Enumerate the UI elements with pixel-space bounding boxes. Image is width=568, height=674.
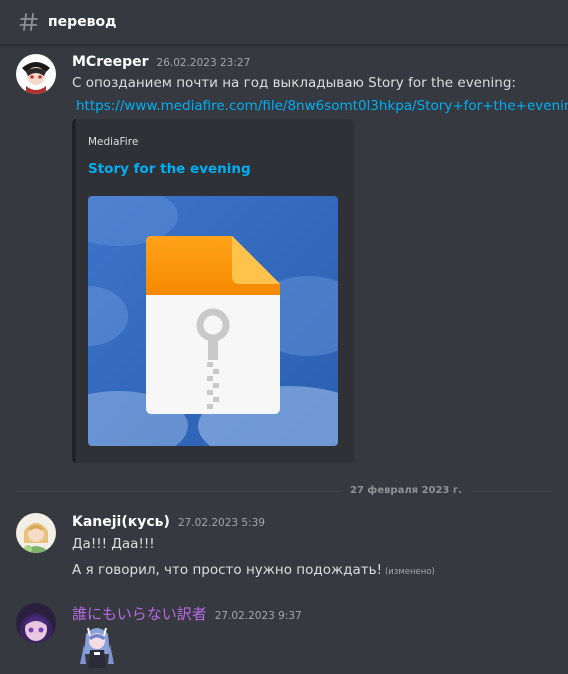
timestamp: 27.02.2023 5:39 (177, 517, 265, 529)
message-link[interactable]: https://www.mediafire.com/file/8nw6somt0… (76, 98, 568, 114)
avatar[interactable] (16, 513, 56, 553)
author-name[interactable]: Kaneji(кусь) (72, 514, 170, 530)
channel-header: перевод (0, 0, 568, 45)
anime-girl-sticker[interactable] (72, 624, 122, 670)
timestamp: 26.02.2023 23:27 (156, 57, 251, 69)
link-embed: MediaFire Story for the evening (72, 119, 354, 463)
embed-provider[interactable]: MediaFire (88, 136, 138, 148)
embed-title[interactable]: Story for the evening (88, 161, 251, 177)
avatar[interactable] (16, 54, 56, 94)
message-header: MCreeper 26.02.2023 23:27 (72, 54, 250, 70)
message-text-content: А я говорил, что просто нужно подождать! (72, 562, 382, 578)
hash-icon (17, 10, 41, 34)
zip-file-icon[interactable] (88, 196, 338, 446)
message-text: А я говорил, что просто нужно подождать!… (72, 562, 435, 578)
message-text: С опозданием почти на год выкладываю Sto… (72, 75, 516, 91)
message-text: Да!!! Даа!!! (72, 536, 155, 552)
channel-name: перевод (48, 14, 117, 30)
avatar[interactable] (16, 603, 56, 643)
author-name[interactable]: 誰にもいらない訳者 (72, 603, 207, 624)
date-divider (16, 491, 552, 492)
edited-label: (изменено) (384, 567, 435, 577)
message-header: 誰にもいらない訳者 27.02.2023 9:37 (72, 603, 302, 624)
timestamp: 27.02.2023 9:37 (214, 610, 302, 622)
date-divider-label: 27 февраля 2023 г. (341, 485, 471, 496)
author-name[interactable]: MCreeper (72, 54, 149, 70)
message-header: Kaneji(кусь) 27.02.2023 5:39 (72, 514, 265, 530)
